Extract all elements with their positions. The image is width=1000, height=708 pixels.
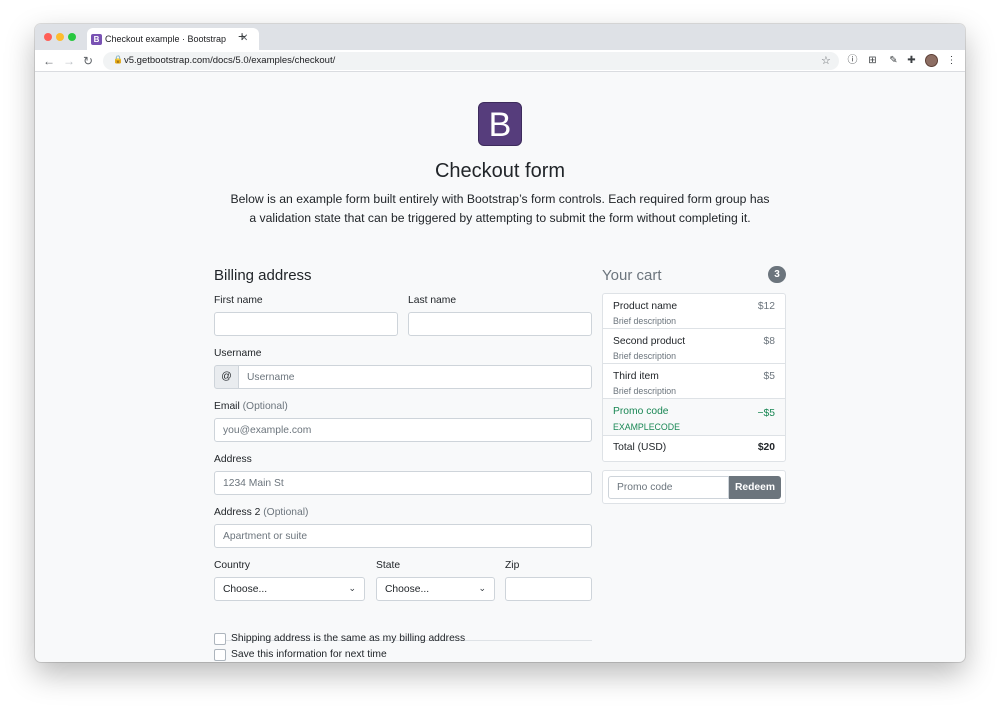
promo-code-input[interactable]: Promo code xyxy=(608,476,729,499)
email-label-text: Email xyxy=(214,401,240,412)
first-name-input[interactable] xyxy=(214,312,398,336)
cart-item-name: Third item xyxy=(613,371,659,382)
address2-label: Address 2 (Optional) xyxy=(214,507,308,518)
email-optional-text: (Optional) xyxy=(242,401,288,412)
address-input[interactable]: 1234 Main St xyxy=(214,471,592,495)
chevron-down-icon: ⌄ xyxy=(478,583,486,593)
email-label: Email (Optional) xyxy=(214,401,288,412)
cart-item-desc: Brief description xyxy=(613,386,677,396)
cart-heading: Your cart xyxy=(602,267,662,284)
cart-item-name: Second product xyxy=(613,336,686,347)
country-label: Country xyxy=(214,560,251,571)
browser-toolbar: ← → ↻ 🔒 v5.getbootstrap.com/docs/5.0/exa… xyxy=(35,50,965,72)
bootstrap-logo: B xyxy=(478,102,522,146)
billing-heading: Billing address xyxy=(214,267,312,284)
save-info-checkbox[interactable] xyxy=(214,649,226,661)
cart-list: Product name Brief description $12 Secon… xyxy=(602,293,786,462)
bootstrap-favicon-icon: B xyxy=(91,34,102,45)
url-text[interactable]: v5.getbootstrap.com/docs/5.0/examples/ch… xyxy=(124,55,335,66)
save-info-label: Save this information for next time xyxy=(231,649,387,660)
cart-item-price: $8 xyxy=(763,336,775,347)
country-select-value: Choose... xyxy=(223,584,268,595)
address2-label-text: Address 2 xyxy=(214,507,261,518)
tab-title: Checkout example · Bootstrap xyxy=(105,34,227,44)
page-title: Checkout form xyxy=(434,160,566,182)
minimize-window-button[interactable] xyxy=(56,33,64,41)
browser-window: B Checkout example · Bootstrap ✕ + ← → ↻… xyxy=(35,24,965,662)
same-address-checkbox[interactable] xyxy=(214,633,226,645)
chevron-down-icon: ⌄ xyxy=(348,583,356,593)
username-label: Username xyxy=(214,348,262,359)
promo-form: Promo code Redeem xyxy=(602,470,786,504)
address-label: Address xyxy=(214,454,252,465)
redeem-button[interactable]: Redeem xyxy=(729,476,781,499)
profile-avatar[interactable] xyxy=(925,54,938,67)
cart-promo-row: Promo code EXAMPLECODE −$5 xyxy=(603,399,785,436)
edit-extension-icon[interactable]: ✎ xyxy=(888,55,899,66)
browser-tab[interactable]: B Checkout example · Bootstrap ✕ xyxy=(87,28,259,50)
maximize-window-button[interactable] xyxy=(68,33,76,41)
puzzle-extensions-icon[interactable]: ✚ xyxy=(906,55,917,66)
back-icon[interactable]: ← xyxy=(43,53,55,69)
cart-count-badge: 3 xyxy=(768,266,786,283)
country-select[interactable]: Choose... ⌄ xyxy=(214,577,365,601)
cart-item: Second product Brief description $8 xyxy=(603,329,785,364)
address-bar[interactable]: 🔒 v5.getbootstrap.com/docs/5.0/examples/… xyxy=(103,52,839,70)
tab-bar: B Checkout example · Bootstrap ✕ + xyxy=(35,24,965,50)
same-address-label: Shipping address is the same as my billi… xyxy=(231,633,466,644)
qr-extension-icon[interactable]: ⊞ xyxy=(867,55,878,66)
last-name-input[interactable] xyxy=(408,312,592,336)
state-select-value: Choose... xyxy=(385,584,430,595)
state-select[interactable]: Choose... ⌄ xyxy=(376,577,495,601)
address2-input[interactable]: Apartment or suite xyxy=(214,524,592,548)
total-label: Total (USD) xyxy=(613,442,667,453)
zip-input[interactable] xyxy=(505,577,592,601)
close-window-button[interactable] xyxy=(44,33,52,41)
cart-item-desc: Brief description xyxy=(613,316,677,326)
promo-code: EXAMPLECODE xyxy=(613,422,680,432)
last-name-label: Last name xyxy=(408,295,457,306)
cart-item-price: $12 xyxy=(757,301,775,312)
bookmark-star-icon[interactable]: ☆ xyxy=(821,54,831,67)
username-input[interactable]: Username xyxy=(238,365,592,389)
cart-total-row: Total (USD) $20 xyxy=(603,436,785,461)
address2-optional-text: (Optional) xyxy=(263,507,309,518)
cart-item-name: Product name xyxy=(613,301,678,312)
info-extension-icon[interactable]: ⓘ xyxy=(847,55,858,66)
cart-item: Third item Brief description $5 xyxy=(603,364,785,399)
page-lead: Below is an example form built entirely … xyxy=(230,192,770,225)
promo-amount: −$5 xyxy=(757,408,775,419)
first-name-label: First name xyxy=(214,295,263,306)
menu-dots-icon[interactable]: ⋮ xyxy=(946,55,957,66)
reload-icon[interactable]: ↻ xyxy=(83,53,93,69)
cart-item-price: $5 xyxy=(763,371,775,382)
lock-icon: 🔒 xyxy=(113,55,123,64)
total-value: $20 xyxy=(757,442,775,453)
username-at-addon: @ xyxy=(214,365,239,389)
zip-label: Zip xyxy=(505,560,520,571)
new-tab-button[interactable]: + xyxy=(238,29,246,43)
email-input[interactable]: you@example.com xyxy=(214,418,592,442)
cart-item-desc: Brief description xyxy=(613,351,677,361)
state-label: State xyxy=(376,560,401,571)
page-content: B Checkout form Below is an example form… xyxy=(35,72,965,662)
forward-icon[interactable]: → xyxy=(63,53,75,69)
cart-item: Product name Brief description $12 xyxy=(603,294,785,329)
promo-name: Promo code xyxy=(613,406,669,417)
